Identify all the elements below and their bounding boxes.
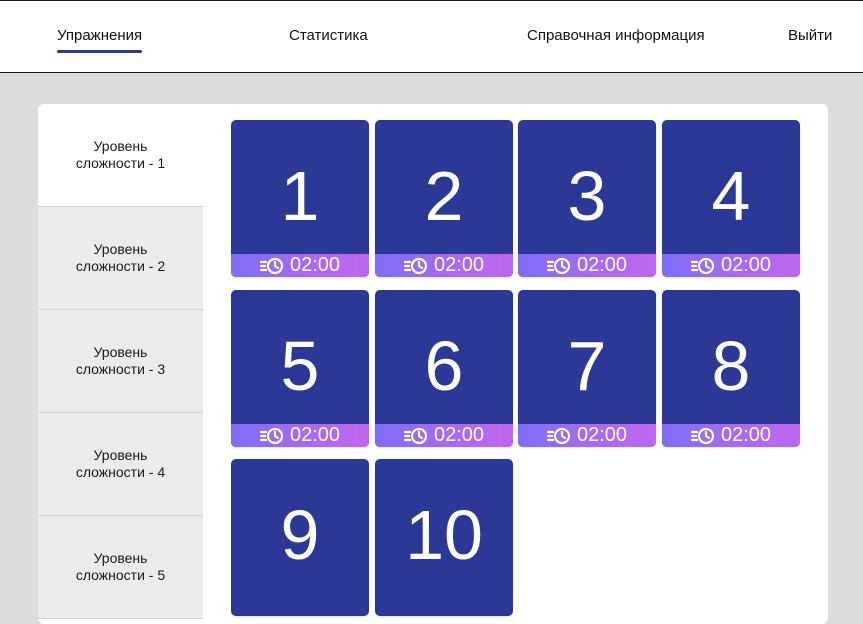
level-label-line1: Уровень — [93, 550, 148, 566]
level-tab-3[interactable]: Уровень сложности - 3 — [38, 310, 203, 413]
level-label-line1: Уровень — [93, 241, 148, 257]
level-label-line1: Уровень — [93, 344, 148, 360]
difficulty-level-list: Уровень сложности - 1 Уровень сложности … — [38, 104, 203, 624]
nav-reference-info[interactable]: Справочная информация — [527, 27, 705, 45]
level-label-line1: Уровень — [93, 138, 148, 154]
exercises-panel: Уровень сложности - 1 Уровень сложности … — [38, 104, 828, 624]
nav-logout[interactable]: Выйти — [788, 27, 832, 45]
nav-statistics[interactable]: Статистика — [289, 27, 368, 45]
level-label-line2: сложности - 4 — [75, 464, 166, 480]
level-label: Уровень сложности - 3 — [76, 344, 165, 378]
exercise-timer: 02:00 — [518, 424, 656, 447]
level-tab-4[interactable]: Уровень сложности - 4 — [38, 413, 203, 516]
timer-icon — [690, 427, 715, 444]
exercise-timer: 02:00 — [375, 424, 513, 447]
exercise-number: 6 — [424, 327, 464, 405]
exercise-number: 3 — [567, 157, 607, 235]
exercise-number: 7 — [567, 327, 607, 405]
timer-icon — [259, 257, 284, 274]
level-tab-5[interactable]: Уровень сложности - 5 — [38, 516, 203, 619]
timer-icon — [690, 257, 715, 274]
exercise-tile-1[interactable]: 1 02:00 — [231, 120, 369, 277]
exercise-timer: 02:00 — [231, 254, 369, 277]
exercise-number: 9 — [280, 496, 320, 574]
exercise-tile-9[interactable]: 9 — [231, 459, 369, 616]
exercise-tile-4[interactable]: 4 02:00 — [662, 120, 800, 277]
exercise-time: 02:00 — [576, 254, 628, 276]
exercise-number: 1 — [280, 157, 320, 235]
exercise-number: 4 — [711, 157, 751, 235]
timer-icon — [259, 427, 284, 444]
exercise-tile-2[interactable]: 2 02:00 — [375, 120, 513, 277]
level-label: Уровень сложности - 2 — [76, 241, 165, 275]
level-label: Уровень сложности - 5 — [76, 550, 165, 584]
nav-exercises[interactable]: Упражнения — [57, 27, 143, 53]
level-tab-1[interactable]: Уровень сложности - 1 — [38, 104, 203, 207]
exercise-timer: 02:00 — [518, 254, 656, 277]
level-label-line2: сложности - 2 — [75, 258, 166, 274]
level-label: Уровень сложности - 4 — [76, 447, 165, 481]
exercise-tile-3[interactable]: 3 02:00 — [518, 120, 656, 277]
timer-icon — [403, 257, 428, 274]
timer-icon — [403, 427, 428, 444]
top-navigation: Упражнения Статистика Справочная информа… — [0, 0, 863, 73]
exercise-tile-8[interactable]: 8 02:00 — [662, 290, 800, 447]
exercise-time: 02:00 — [720, 254, 772, 276]
exercise-tile-5[interactable]: 5 02:00 — [231, 290, 369, 447]
exercise-timer: 02:00 — [231, 424, 369, 447]
exercise-timer: 02:00 — [662, 254, 800, 277]
exercise-tile-6[interactable]: 6 02:00 — [375, 290, 513, 447]
exercise-time: 02:00 — [720, 424, 772, 446]
level-label-line2: сложности - 5 — [75, 567, 166, 583]
timer-icon — [546, 257, 571, 274]
exercise-time: 02:00 — [433, 254, 485, 276]
level-label-line2: сложности - 3 — [75, 361, 166, 377]
exercise-tile-10[interactable]: 10 — [375, 459, 513, 616]
exercise-tile-7[interactable]: 7 02:00 — [518, 290, 656, 447]
exercise-timer: 02:00 — [662, 424, 800, 447]
level-label-line2: сложности - 1 — [75, 155, 166, 171]
exercise-timer: 02:00 — [375, 254, 513, 277]
exercise-number: 10 — [405, 496, 483, 574]
exercise-number: 2 — [424, 157, 464, 235]
exercise-number: 8 — [711, 327, 751, 405]
timer-icon — [546, 427, 571, 444]
exercise-number: 5 — [280, 327, 320, 405]
level-label: Уровень сложности - 1 — [76, 138, 165, 172]
exercise-time: 02:00 — [289, 424, 341, 446]
exercise-time: 02:00 — [433, 424, 485, 446]
level-tab-2[interactable]: Уровень сложности - 2 — [38, 207, 203, 310]
exercise-time: 02:00 — [289, 254, 341, 276]
exercise-time: 02:00 — [576, 424, 628, 446]
level-label-line1: Уровень — [93, 447, 148, 463]
